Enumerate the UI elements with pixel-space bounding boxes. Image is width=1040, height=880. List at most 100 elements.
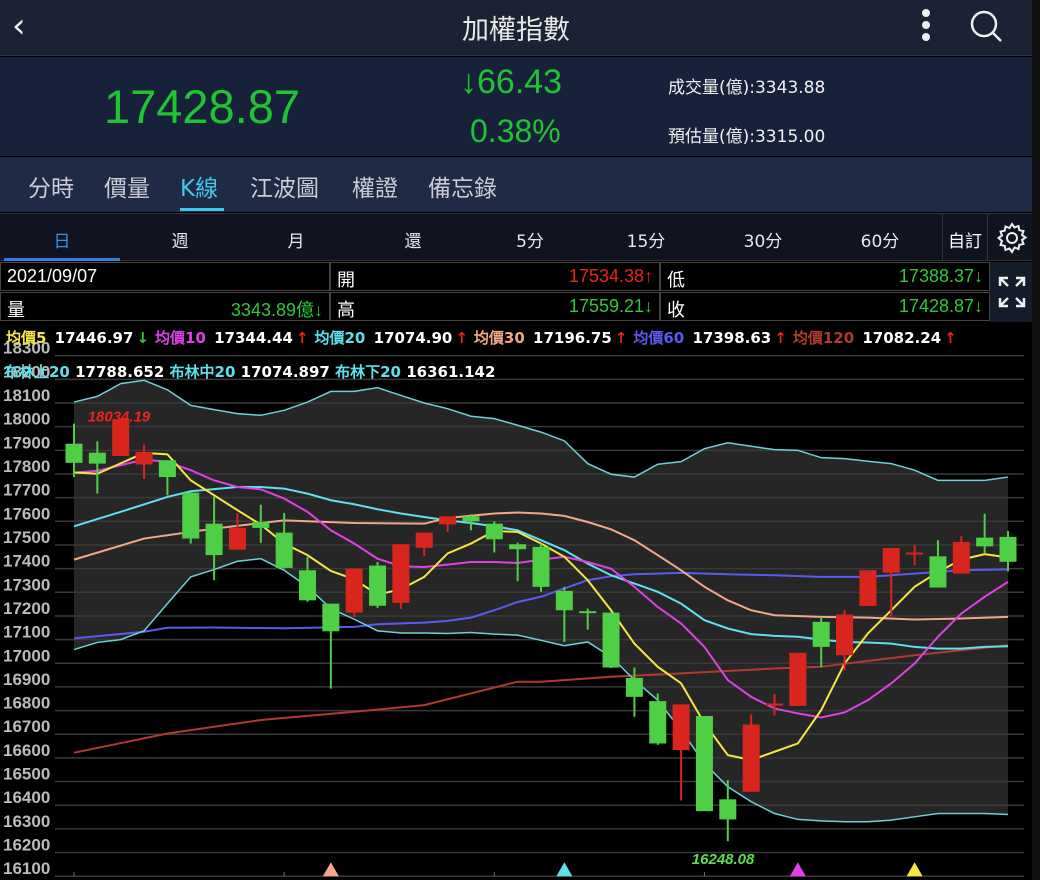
y-tick-label: 16200 [3, 836, 50, 855]
period-week[interactable]: 週 [150, 227, 210, 252]
estimated-volume: 預估量(億):3315.00 [668, 127, 826, 147]
low-price-label: 16248.08 [692, 851, 755, 868]
close-cell: 收 17428.87↓ [660, 292, 990, 321]
percent-change: 0.38% [470, 113, 561, 149]
candle-body [369, 565, 387, 606]
active-period-indicator [4, 258, 120, 261]
trade-volume: 成交量(億):3343.88 [668, 78, 826, 98]
date-cell: 2021/09/07 [0, 262, 330, 291]
edge-strip [1032, 0, 1040, 880]
period-60min[interactable]: 60分 [850, 227, 910, 252]
candle-body [859, 570, 877, 607]
candle-body [65, 443, 83, 463]
signal-triangle-marker [789, 862, 806, 877]
search-icon[interactable] [968, 8, 1004, 44]
period-30min[interactable]: 30分 [733, 227, 793, 252]
candle-body [205, 523, 223, 556]
y-tick-label: 16300 [3, 812, 50, 831]
y-tick-label: 16100 [3, 859, 50, 878]
signal-triangle-marker [322, 862, 339, 877]
candle-body [906, 552, 924, 555]
candle-body [462, 516, 480, 522]
candle-body [322, 603, 340, 632]
high-price-label: 18034.19 [88, 409, 151, 426]
y-tick-label: 17800 [3, 457, 50, 476]
candle-body [766, 703, 783, 706]
candle-body [158, 460, 176, 478]
y-tick-label: 17400 [3, 552, 50, 571]
period-5min[interactable]: 5分 [500, 227, 560, 252]
candle-body [135, 451, 153, 465]
tab-memo[interactable]: 備忘錄 [428, 169, 497, 203]
candle-body [299, 570, 316, 601]
price-change: ↓66.43 [460, 63, 563, 101]
candle-body [555, 590, 573, 611]
candle-body [252, 522, 270, 528]
candle-body [392, 544, 410, 603]
candle-body [532, 546, 550, 587]
index-price: 17428.87 [104, 80, 301, 133]
kline-chart[interactable]: 1830018200181001800017900178001770017600… [0, 340, 1032, 880]
page-title: 加權指數 [462, 15, 570, 46]
candle-body [952, 541, 970, 574]
candle-body [602, 612, 620, 668]
y-tick-label: 17000 [3, 646, 50, 665]
signal-triangle-marker [556, 862, 573, 877]
tab-price-volume[interactable]: 價量 [104, 169, 150, 203]
ma-legend: 均價5 17446.97 ↓ 均價10 17344.44 ↑ 均價20 17074.90… [6, 327, 963, 348]
y-tick-label: 17600 [3, 504, 50, 523]
ma-legend-item: 均價5 17446.97 ↓ [6, 329, 150, 347]
y-tick-label: 17300 [3, 575, 50, 594]
top-nav-bar: ‹ 加權指數 [0, 0, 1032, 56]
candle-body [228, 527, 246, 550]
candle-body [742, 724, 760, 792]
bollinger-legend-item: 布林上20 17788.652 [4, 363, 165, 381]
tab-warrants[interactable]: 權證 [352, 169, 398, 203]
candle-body [649, 701, 667, 744]
y-tick-label: 16400 [3, 788, 50, 807]
tab-intraday[interactable]: 分時 [28, 169, 74, 203]
period-adjusted[interactable]: 還 [383, 227, 443, 252]
ma-legend-item: 均價120 17082.24 ↑ [792, 329, 957, 347]
gear-icon[interactable] [995, 221, 1029, 255]
period-day[interactable]: 日 [32, 227, 92, 252]
ma-legend-item: 均價60 17398.63 ↑ [633, 329, 787, 347]
tab-jiangbo-chart[interactable]: 江波圖 [250, 169, 319, 203]
ma-legend-item: 均價30 17196.75 ↑ [473, 329, 628, 347]
tab-kline[interactable]: K線 [180, 169, 218, 203]
candle-body [836, 614, 854, 656]
quote-panel: 17428.87 ↓66.43 0.38% 成交量(億):3343.88 預估量… [0, 57, 1032, 156]
candle-body [719, 799, 737, 820]
candle-body [439, 516, 457, 525]
candle-body [88, 452, 106, 464]
y-tick-label: 17700 [3, 481, 50, 500]
period-15min[interactable]: 15分 [616, 227, 676, 252]
candle-body [672, 704, 690, 751]
y-tick-label: 17200 [3, 599, 50, 618]
candle-body [976, 537, 994, 547]
more-vertical-dots-icon[interactable] [915, 6, 937, 46]
ma-legend-item: 均價10 17344.44 ↑ [155, 329, 309, 347]
y-tick-label: 17500 [3, 528, 50, 547]
bollinger-legend: 布林上20 17788.652 布林中20 17074.897 布林下20 16… [4, 361, 495, 382]
period-selector: 日 週 月 還 5分 15分 30分 60分 自訂 [0, 213, 1032, 261]
y-tick-label: 16900 [3, 670, 50, 689]
open-cell: 開 17534.38↑ [330, 262, 660, 291]
low-cell: 低 17388.37↓ [660, 262, 990, 291]
candle-body [789, 652, 807, 706]
candle-body [275, 532, 293, 568]
signal-triangle-marker [906, 862, 923, 877]
y-tick-label: 18100 [3, 386, 50, 405]
period-month[interactable]: 月 [266, 227, 326, 252]
y-tick-label: 17900 [3, 433, 50, 452]
y-tick-label: 16800 [3, 694, 50, 713]
bollinger-legend-item: 布林下20 16361.142 [335, 363, 496, 381]
custom-period-button[interactable]: 自訂 [942, 214, 988, 261]
candle-body [695, 716, 713, 812]
candle-body [999, 536, 1017, 562]
candle-body [579, 611, 597, 614]
y-tick-label: 16500 [3, 765, 50, 784]
fullscreen-expand-icon[interactable] [990, 262, 1034, 322]
high-cell: 高 17559.21↓ [330, 292, 660, 321]
ma-legend-item: 均價20 17074.90 ↑ [314, 329, 468, 347]
